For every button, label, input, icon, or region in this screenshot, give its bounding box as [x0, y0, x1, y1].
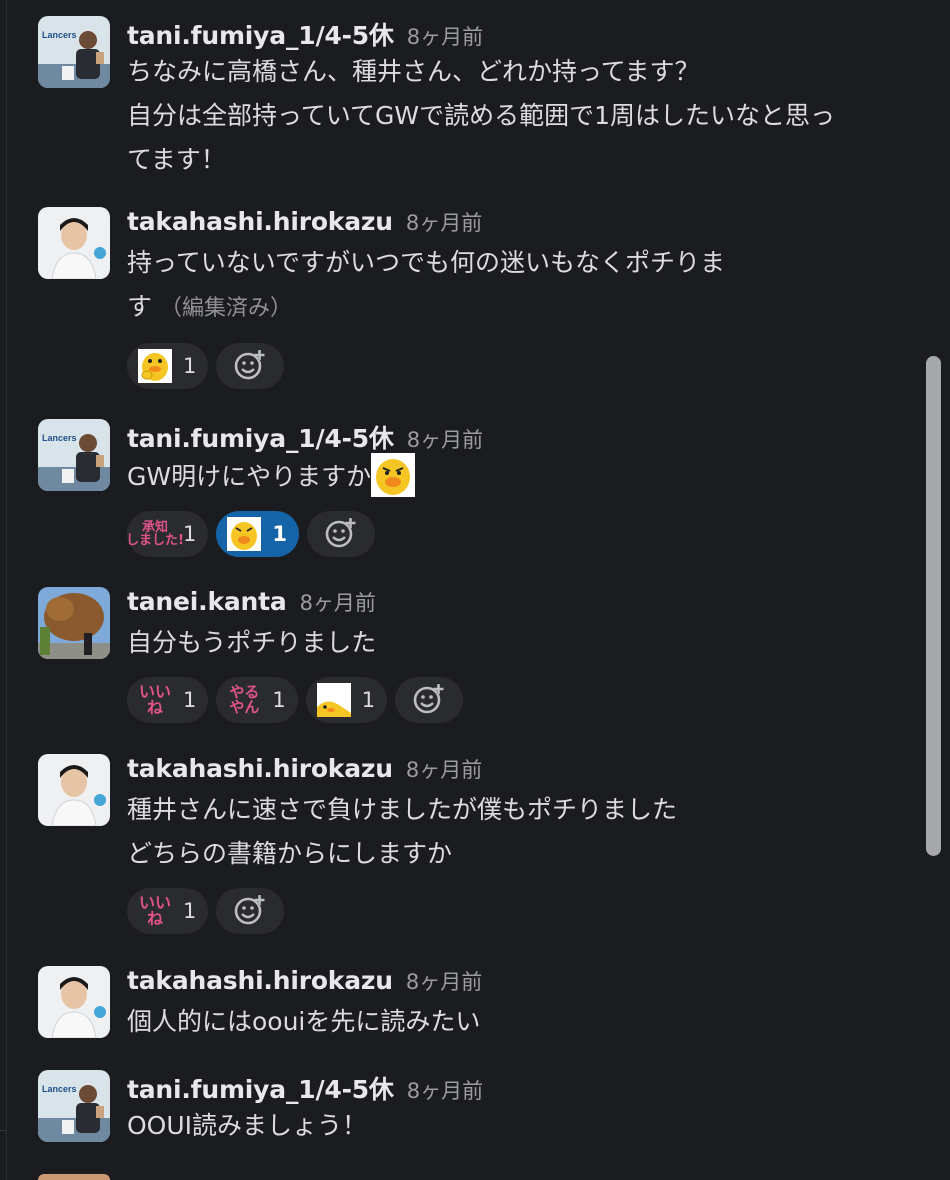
add-reaction-icon [324, 515, 358, 553]
message-text: ちなみに高橋さん、種井さん、どれか持ってます？ 自分は全部持っていてGWで読める… [127, 57, 835, 174]
message-feed: Lancers tani.fumiya_1/4-5休 8ヶ月前 ちなみに高橋さん… [0, 0, 920, 1180]
timestamp[interactable]: 8ヶ月前 [407, 1075, 483, 1105]
yaruyan-emoji: やる やん [229, 683, 260, 716]
add-reaction-button[interactable] [395, 677, 464, 723]
message-text-body: GW明けにやりますか [127, 462, 372, 491]
iine-emoji: いいね [138, 682, 171, 717]
author-name[interactable]: tani.fumiya_1/4-5休 [127, 419, 394, 455]
author-name[interactable]: takahashi.hirokazu [127, 754, 393, 783]
timestamp[interactable]: 8ヶ月前 [406, 207, 482, 237]
duck-hands-emoji [137, 348, 173, 384]
timestamp[interactable]: 8ヶ月前 [406, 966, 482, 996]
reaction-count: 1 [183, 522, 197, 546]
iine-emoji: いいね [138, 893, 171, 928]
svg-text:Lancers: Lancers [42, 1084, 77, 1094]
svg-text:Lancers: Lancers [42, 433, 77, 443]
reaction-count: 1 [183, 688, 197, 712]
shouchi-shimashita-emoji: 承知 しました! [126, 520, 184, 548]
author-name[interactable]: takahashi.hirokazu [127, 966, 393, 995]
svg-text:Lancers: Lancers [42, 30, 77, 40]
avatar-takahashi[interactable] [38, 207, 110, 279]
reactions-bar: 承知 しました! 1 1 [126, 511, 917, 557]
avatar-tani[interactable]: Lancers [38, 1070, 110, 1142]
message-text: 自分もうポチりました [127, 628, 377, 657]
timestamp[interactable]: 8ヶ月前 [406, 754, 482, 784]
avatar-tanei[interactable] [38, 587, 110, 659]
reaction-pill[interactable]: 1 [305, 677, 388, 723]
timestamp[interactable]: 8ヶ月前 [407, 424, 483, 454]
add-reaction-icon [233, 347, 267, 385]
add-reaction-button[interactable] [216, 343, 285, 389]
avatar-tani[interactable]: Lancers [38, 16, 110, 88]
add-reaction-icon [233, 892, 267, 930]
avatar-takahashi[interactable] [38, 966, 110, 1038]
message-text: 個人的にはoouiを先に読みたい [127, 1007, 481, 1036]
reactions-bar: いいね 1 [127, 888, 917, 934]
duck-peek-emoji [316, 682, 352, 718]
add-reaction-button[interactable] [216, 888, 285, 934]
reaction-count: 1 [272, 688, 286, 712]
avatar-tani[interactable]: Lancers [38, 419, 110, 491]
message-text: 持っていないですがいつでも何の迷いもなくポチりま す （編集済み） [127, 241, 917, 331]
timestamp[interactable]: 8ヶ月前 [407, 21, 483, 51]
duck-face-emoji [226, 516, 262, 552]
reactions-bar: いいね 1 やる やん 1 1 [127, 677, 917, 723]
reaction-pill[interactable]: 承知 しました! 1 [126, 511, 209, 557]
reaction-pill[interactable]: やる やん 1 [216, 677, 298, 723]
reaction-pill[interactable]: いいね 1 [127, 677, 209, 723]
author-name[interactable]: tani.fumiya_1/4-5休 [127, 1070, 394, 1106]
scrollbar-thumb[interactable] [926, 356, 941, 856]
reaction-count: 1 [272, 522, 287, 546]
reaction-pill-selected[interactable]: 1 [216, 511, 299, 557]
reaction-pill[interactable]: 1 [127, 343, 209, 389]
author-name[interactable]: tanei.kanta [127, 587, 287, 616]
avatar-takahashi[interactable] [38, 754, 110, 826]
author-name[interactable]: takahashi.hirokazu [127, 207, 393, 236]
avatar-partial[interactable] [38, 1174, 110, 1180]
message-text: 種井さんに速さで負けましたが僕もポチりました どちらの書籍からにしますか [127, 795, 678, 868]
message-text: GW明けにやりますか [127, 453, 917, 499]
author-name[interactable]: tani.fumiya_1/4-5休 [127, 16, 394, 52]
reaction-count: 1 [183, 899, 197, 923]
reaction-pill[interactable]: いいね 1 [127, 888, 209, 934]
message-text: OOUI読みましょう！ [127, 1111, 368, 1140]
reactions-bar: 1 [127, 343, 917, 389]
add-reaction-icon [412, 681, 446, 719]
duck-face-emoji [371, 453, 416, 497]
timestamp[interactable]: 8ヶ月前 [300, 587, 376, 617]
edited-label: （編集済み） [159, 296, 292, 321]
reaction-count: 1 [361, 688, 376, 712]
reaction-count: 1 [183, 354, 197, 378]
add-reaction-button[interactable] [307, 511, 375, 557]
